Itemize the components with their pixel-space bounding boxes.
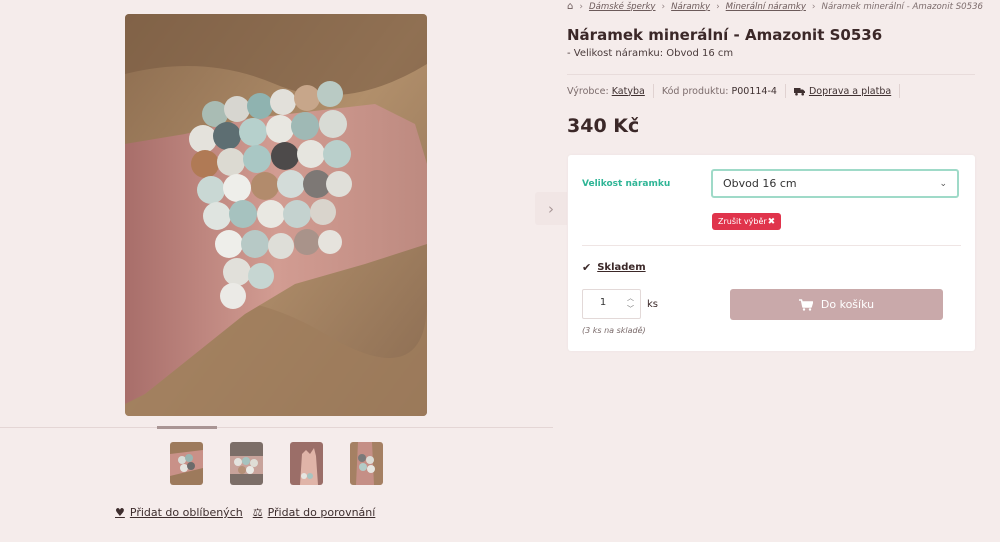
- chevron-down-icon: ⌄: [939, 178, 947, 189]
- check-icon: ✔: [582, 261, 592, 274]
- gallery-thumbnail[interactable]: [170, 442, 203, 485]
- chevron-up-icon[interactable]: ︿: [627, 295, 634, 302]
- add-to-cart-button[interactable]: Do košíku: [730, 289, 943, 320]
- home-icon[interactable]: ⌂: [567, 1, 573, 12]
- gallery-active-indicator: [157, 426, 217, 429]
- add-to-compare-label: Přidat do porovnání: [267, 506, 376, 519]
- breadcrumb-item[interactable]: Dámské šperky: [589, 2, 656, 12]
- product-actions: ♥ Přidat do oblíbených ⚖ Přidat do porov…: [115, 506, 375, 519]
- breadcrumb-item[interactable]: Minerální náramky: [726, 2, 806, 12]
- quantity-input[interactable]: [585, 297, 621, 308]
- breadcrumb-current: Náramek minerální - Amazonit S0536: [821, 1, 984, 12]
- quantity-stepper[interactable]: ︿ ﹀: [582, 289, 641, 319]
- gallery-thumbnail[interactable]: [230, 442, 263, 485]
- availability-status[interactable]: Skladem: [597, 262, 645, 273]
- heart-icon: ♥: [115, 506, 125, 519]
- gallery-next-button[interactable]: ›: [535, 192, 567, 225]
- reset-selection-button[interactable]: Zrušit výběr ✖: [712, 213, 782, 230]
- product-code: P00114-4: [731, 85, 777, 97]
- variant-select-value: Obvod 16 cm: [723, 177, 797, 190]
- chevron-down-icon[interactable]: ﹀: [627, 306, 634, 313]
- meta-separator: [652, 84, 654, 98]
- add-to-compare-link[interactable]: ⚖ Přidat do porovnání: [253, 506, 376, 519]
- shipping-link[interactable]: Doprava a platba: [809, 86, 891, 97]
- product-meta: Výrobce: Katyba Kód produktu: P00114-4 D…: [567, 84, 908, 98]
- chevron-right-icon: ›: [661, 1, 666, 12]
- quantity-unit: ks: [647, 299, 659, 310]
- divider: [582, 245, 961, 246]
- variant-select[interactable]: Obvod 16 cm ⌄: [711, 169, 959, 198]
- product-subtitle: - Velikost náramku: Obvod 16 cm: [567, 48, 734, 59]
- product-code-label: Kód produktu:: [661, 85, 729, 97]
- chevron-right-icon: ›: [548, 199, 554, 218]
- gallery-thumbnail[interactable]: [350, 442, 383, 485]
- purchase-panel: Velikost náramku Obvod 16 cm ⌄ Zrušit vý…: [568, 155, 975, 351]
- product-price: 340 Kč: [567, 115, 640, 137]
- reset-selection-label: Zrušit výběr: [718, 217, 767, 226]
- availability: ✔ Skladem: [582, 261, 646, 274]
- add-to-favorites-label: Přidat do oblíbených: [129, 506, 243, 519]
- meta-separator: [784, 84, 786, 98]
- divider: [567, 74, 975, 75]
- add-to-cart-label: Do košíku: [820, 298, 875, 311]
- gallery-thumbnail[interactable]: [290, 442, 323, 485]
- variant-label: Velikost náramku: [582, 179, 671, 189]
- add-to-favorites-link[interactable]: ♥ Přidat do oblíbených: [115, 506, 243, 519]
- meta-separator: [899, 84, 901, 98]
- breadcrumb: ⌂ › Dámské šperky › Náramky › Minerální …: [567, 1, 983, 12]
- chevron-right-icon: ›: [716, 1, 720, 12]
- product-main-image[interactable]: [125, 14, 427, 416]
- chevron-right-icon: ›: [579, 1, 583, 12]
- breadcrumb-item[interactable]: Náramky: [671, 2, 710, 12]
- chevron-right-icon: ›: [811, 1, 816, 12]
- scale-icon: ⚖: [252, 506, 263, 519]
- brand-link[interactable]: Katyba: [612, 86, 645, 97]
- stock-note: (3 ks na skladě): [582, 326, 646, 335]
- gallery-divider: [0, 427, 553, 428]
- close-icon: ✖: [767, 216, 776, 227]
- truck-icon: [793, 87, 805, 95]
- brand-label: Výrobce:: [567, 85, 609, 97]
- cart-icon: [798, 298, 813, 311]
- product-title: Náramek minerální - Amazonit S0536: [567, 26, 883, 44]
